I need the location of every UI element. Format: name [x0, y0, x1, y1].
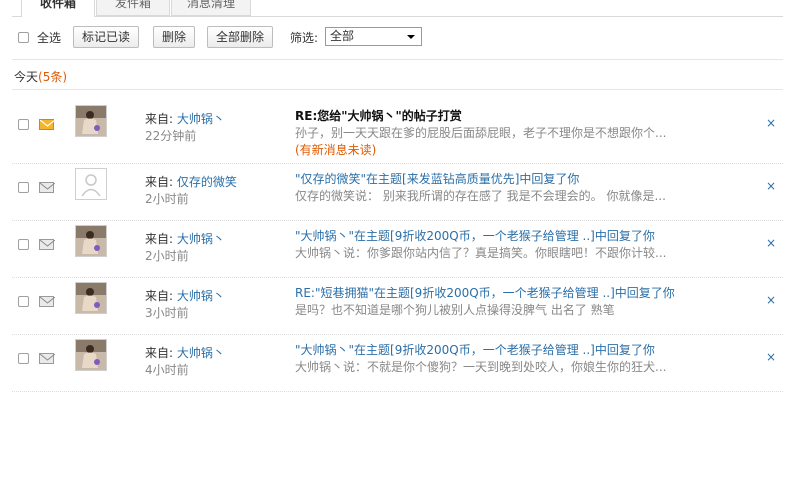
close-icon[interactable]: ×: [766, 116, 776, 130]
message-checkbox[interactable]: [18, 296, 29, 307]
message-subject[interactable]: "仅存的微笑"在主题[来发蓝钻高质量优先]中回复了你: [295, 170, 579, 187]
sender: 来自: 大帅锅丶: [145, 110, 225, 127]
message-subject[interactable]: RE:"短巷拥猫"在主题[9折收200Q币，一个老猴子给管理 ..]中回复了你: [295, 284, 675, 301]
message-time: 22分钟前: [145, 129, 197, 143]
sender: 来自: 大帅锅丶: [145, 287, 225, 304]
filter-select-value: 全部: [330, 29, 355, 43]
message-subject[interactable]: RE:您给"大帅锅丶"的帖子打赏: [295, 107, 462, 124]
message-preview: 大帅锅丶说：你爹跟你站内信了？真是搞笑。你眼瞎吧！不跟你计较...: [295, 246, 667, 260]
sender-link[interactable]: 大帅锅丶: [177, 346, 225, 360]
message-subject[interactable]: "大帅锅丶"在主题[9折收200Q币，一个老猴子给管理 ..]中回复了你: [295, 341, 655, 358]
message-checkbox[interactable]: [18, 353, 29, 364]
tab-message-cleanup[interactable]: 消息清理: [171, 0, 251, 16]
from-label: 来自:: [145, 289, 174, 303]
message-row[interactable]: 来自: 大帅锅丶 22分钟前 RE:您给"大帅锅丶"的帖子打赏 孙子，别一天天跟…: [12, 90, 783, 164]
select-all-label: 全选: [37, 31, 62, 45]
avatar[interactable]: [75, 105, 107, 137]
from-label: 来自:: [145, 232, 174, 246]
divider: [12, 59, 783, 60]
message-row[interactable]: 来自: 大帅锅丶 2小时前 "大帅锅丶"在主题[9折收200Q币，一个老猴子给管…: [12, 220, 783, 278]
message-time: 2小时前: [145, 249, 189, 263]
group-header: 今天(5条): [14, 68, 67, 85]
sender: 来自: 仅存的微笑: [145, 173, 237, 190]
message-preview: 是吗？也不知道是哪个狗儿被别人点操得没脾气 出名了 熟笔: [295, 303, 615, 317]
sender: 来自: 大帅锅丶: [145, 344, 225, 361]
read-mail-icon: [39, 296, 55, 307]
message-preview: 大帅锅丶说：不就是你个傻狗？一天到晚到处咬人，你娘生你的狂犬...: [295, 360, 667, 374]
message-time: 2小时前: [145, 192, 189, 206]
close-icon[interactable]: ×: [766, 179, 776, 193]
sender-link[interactable]: 仅存的微笑: [177, 175, 237, 189]
tab-outbox[interactable]: 发件箱: [96, 0, 170, 16]
mailbox-tabs: 收件箱 发件箱 消息清理: [12, 0, 783, 17]
select-all-checkbox[interactable]: [18, 32, 29, 43]
chevron-down-icon: [407, 35, 415, 39]
toolbar: 全选 标记已读 删除 全部删除 筛选: 全部: [12, 26, 783, 50]
message-preview: 孙子，别一天天跟在爹的屁股后面舔屁眼，老子不理你是不想跟你个...: [295, 126, 667, 140]
avatar[interactable]: [75, 225, 107, 257]
message-preview: 仅存的微笑说： 别来我所谓的存在感了 我是不会理会的。 你就像是...: [295, 189, 666, 203]
tab-inbox[interactable]: 收件箱: [21, 0, 95, 17]
message-time: 4小时前: [145, 363, 189, 377]
message-checkbox[interactable]: [18, 119, 29, 130]
message-checkbox[interactable]: [18, 239, 29, 250]
unread-mail-icon: [39, 119, 55, 130]
message-row[interactable]: 来自: 仅存的微笑 2小时前 "仅存的微笑"在主题[来发蓝钻高质量优先]中回复了…: [12, 163, 783, 221]
unread-notice: (有新消息未读): [295, 143, 377, 157]
filter-label: 筛选:: [290, 31, 319, 45]
from-label: 来自:: [145, 175, 174, 189]
from-label: 来自:: [145, 112, 174, 126]
avatar[interactable]: [75, 339, 107, 371]
close-icon[interactable]: ×: [766, 350, 776, 364]
filter-select[interactable]: 全部: [325, 27, 422, 46]
message-subject[interactable]: "大帅锅丶"在主题[9折收200Q币，一个老猴子给管理 ..]中回复了你: [295, 227, 655, 244]
mark-read-button[interactable]: 标记已读: [73, 26, 140, 48]
close-icon[interactable]: ×: [766, 293, 776, 307]
message-row[interactable]: 来自: 大帅锅丶 3小时前 RE:"短巷拥猫"在主题[9折收200Q币，一个老猴…: [12, 277, 783, 335]
message-row[interactable]: 来自: 大帅锅丶 4小时前 "大帅锅丶"在主题[9折收200Q币，一个老猴子给管…: [12, 334, 783, 392]
avatar[interactable]: [75, 282, 107, 314]
read-mail-icon: [39, 353, 55, 364]
group-count: (5条): [38, 70, 68, 84]
sender-link[interactable]: 大帅锅丶: [177, 232, 225, 246]
read-mail-icon: [39, 239, 55, 250]
close-icon[interactable]: ×: [766, 236, 776, 250]
message-time: 3小时前: [145, 306, 189, 320]
from-label: 来自:: [145, 346, 174, 360]
message-checkbox[interactable]: [18, 182, 29, 193]
delete-button[interactable]: 删除: [153, 26, 196, 48]
group-label: 今天: [14, 70, 39, 84]
read-mail-icon: [39, 182, 55, 193]
sender-link[interactable]: 大帅锅丶: [177, 112, 225, 126]
avatar[interactable]: [75, 168, 107, 200]
delete-all-button[interactable]: 全部删除: [207, 26, 274, 48]
sender: 来自: 大帅锅丶: [145, 230, 225, 247]
sender-link[interactable]: 大帅锅丶: [177, 289, 225, 303]
